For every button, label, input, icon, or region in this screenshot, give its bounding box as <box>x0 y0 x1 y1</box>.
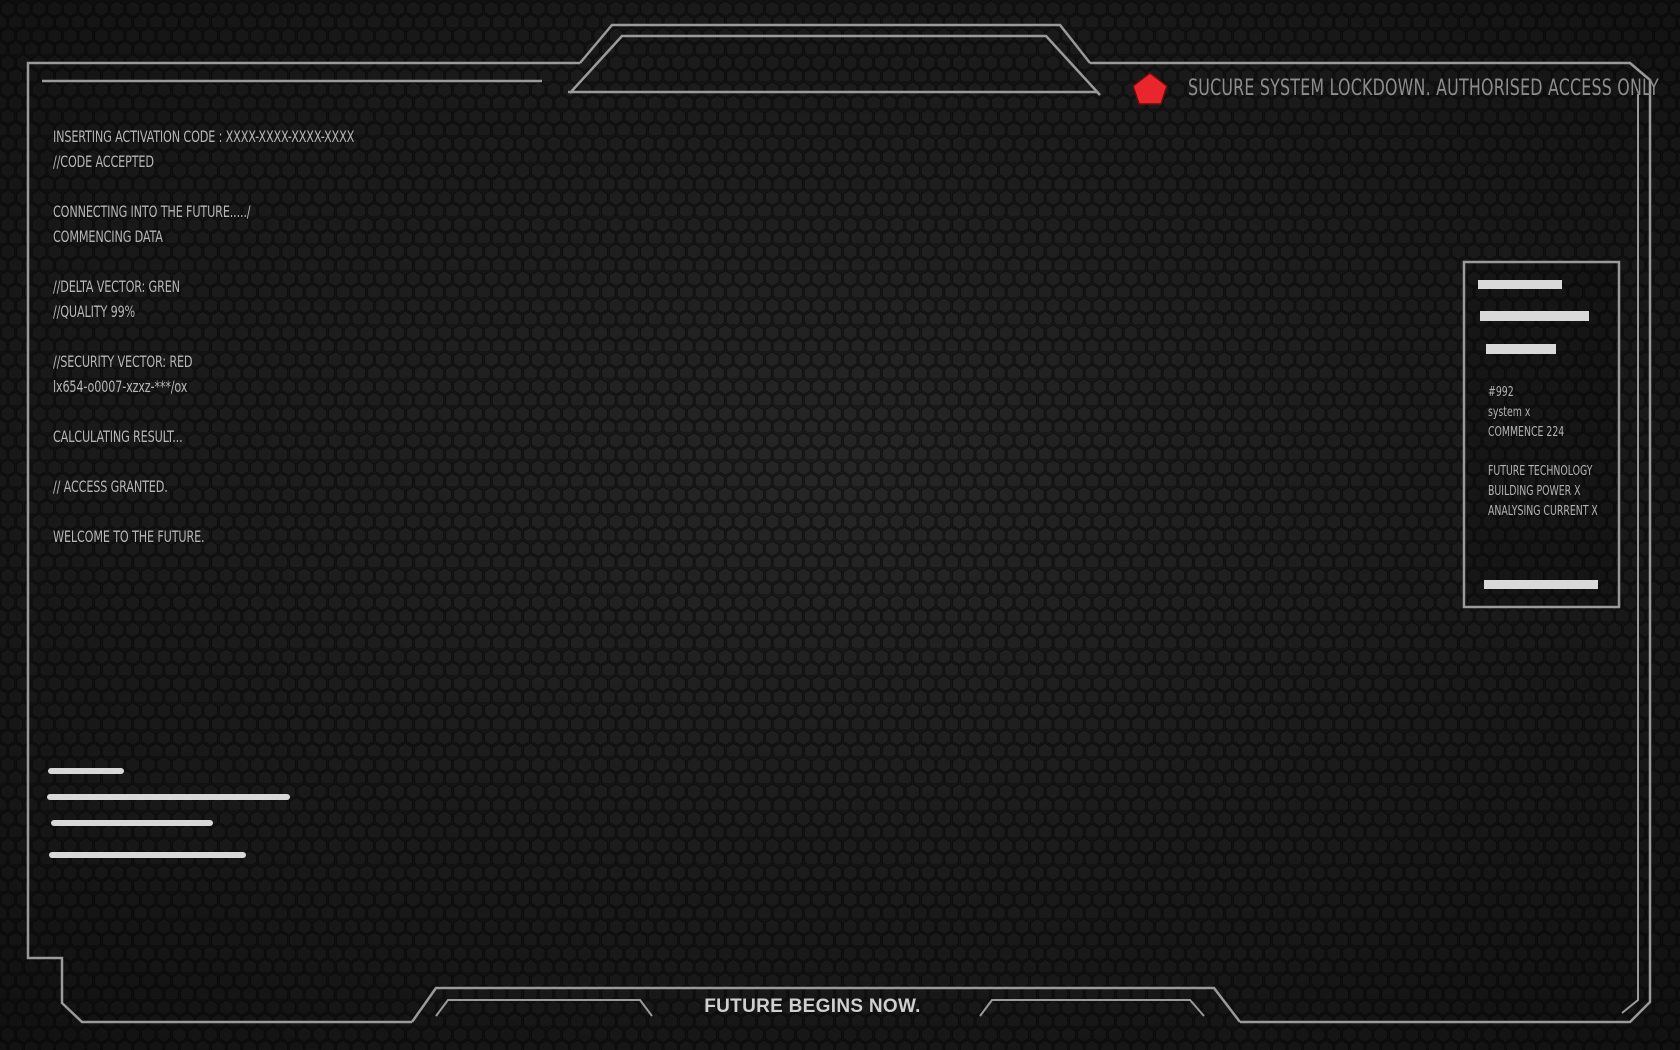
terminal-line: //SECURITY VECTOR: RED <box>53 352 193 371</box>
decor-bar <box>47 794 290 800</box>
lockdown-message: SUCURE SYSTEM LOCKDOWN. AUTHORISED ACCES… <box>1188 76 1659 101</box>
decor-bar <box>49 852 246 858</box>
terminal-line: WELCOME TO THE FUTURE. <box>53 527 205 546</box>
side-panel-bar <box>1486 344 1556 354</box>
terminal-line: // ACCESS GRANTED. <box>53 477 168 496</box>
terminal-gap <box>53 249 354 274</box>
terminal-line: //CODE ACCEPTED <box>53 152 154 171</box>
decor-bar <box>51 820 213 826</box>
red-pentagon-icon <box>1133 73 1167 104</box>
terminal-line: //DELTA VECTOR: GREN <box>53 277 180 296</box>
side-panel-bar <box>1480 311 1589 321</box>
side-panel-line: #992 <box>1488 385 1514 400</box>
terminal-gap <box>53 324 354 349</box>
side-panel-line: system x <box>1488 405 1531 420</box>
side-panel-group1: #992 system x COMMENCE 224 <box>1488 383 1564 443</box>
terminal-line: //QUALITY 99% <box>53 302 136 321</box>
terminal-log: INSERTING ACTIVATION CODE : XXXX-XXXX-XX… <box>53 124 354 549</box>
side-panel-bar <box>1484 580 1598 589</box>
terminal-line: INSERTING ACTIVATION CODE : XXXX-XXXX-XX… <box>53 127 355 146</box>
footer-tagline: FUTURE BEGINS NOW. <box>704 996 921 1017</box>
decor-bar <box>48 768 124 774</box>
terminal-line: COMMENCING DATA <box>53 227 163 246</box>
terminal-line: lx654-o0007-xzxz-***/ox <box>53 377 188 396</box>
side-panel-line: FUTURE TECHNOLOGY <box>1488 464 1593 479</box>
terminal-gap <box>53 449 354 474</box>
side-panel-line: ANALYSING CURRENT X <box>1488 504 1598 519</box>
terminal-line: CONNECTING INTO THE FUTURE...../ <box>53 202 251 221</box>
side-panel-line: BUILDING POWER X <box>1488 484 1581 499</box>
terminal-line: CALCULATING RESULT... <box>53 427 183 446</box>
terminal-gap <box>53 499 354 524</box>
terminal-gap <box>53 399 354 424</box>
terminal-gap <box>53 174 354 199</box>
side-panel-bar <box>1478 280 1562 289</box>
side-panel-group2: FUTURE TECHNOLOGY BUILDING POWER X ANALY… <box>1488 462 1598 522</box>
side-panel-line: COMMENCE 224 <box>1488 425 1565 440</box>
